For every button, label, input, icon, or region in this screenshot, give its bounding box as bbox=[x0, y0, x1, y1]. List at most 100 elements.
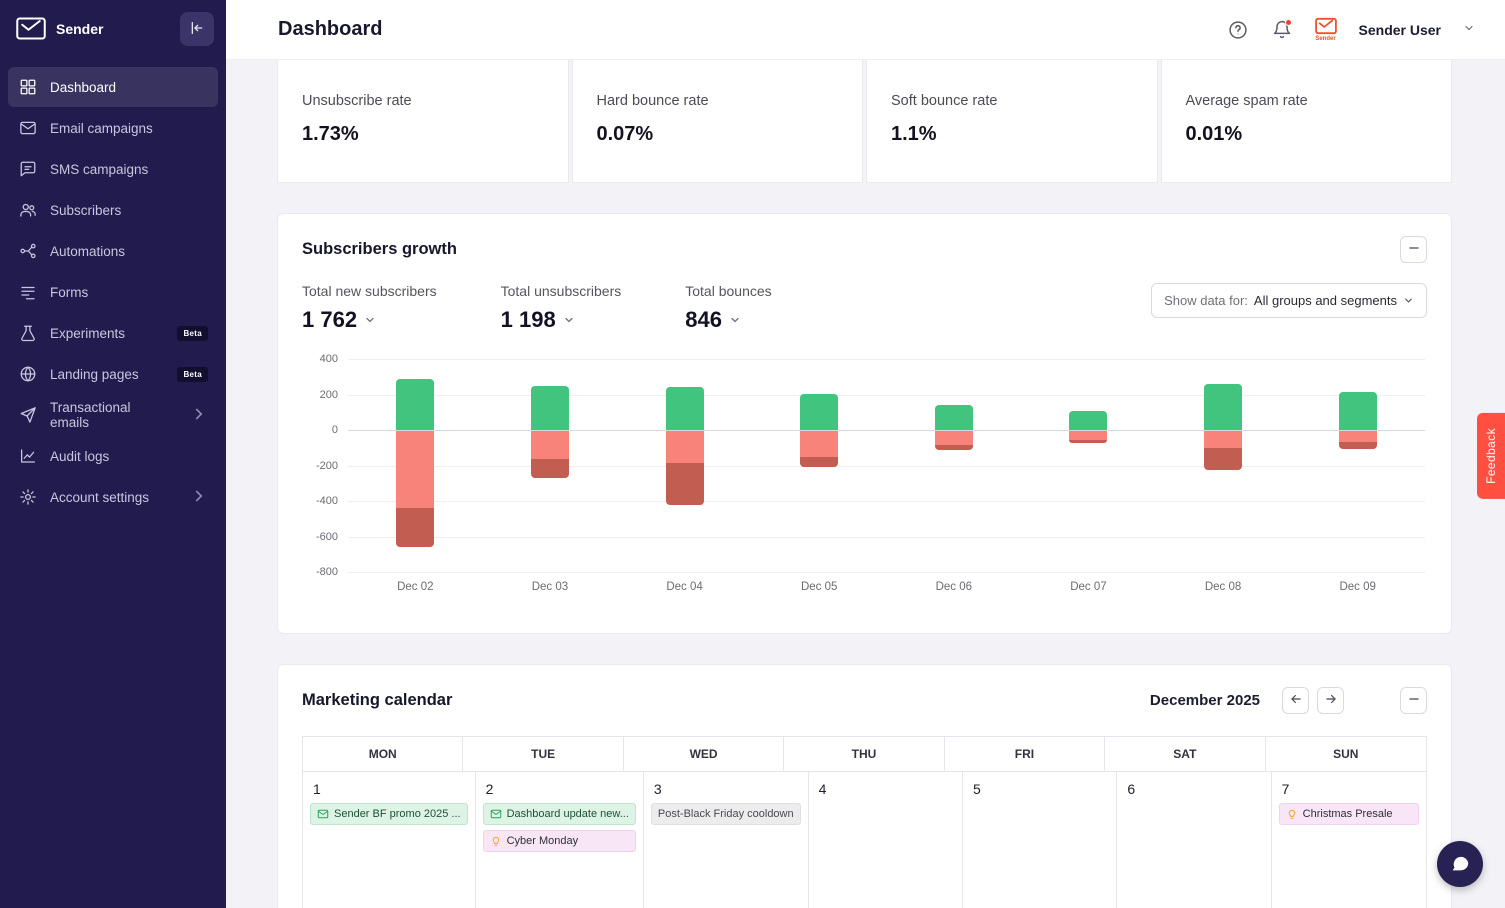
chart-bars bbox=[348, 359, 1425, 572]
sidebar-item-label: Experiments bbox=[50, 326, 125, 341]
calendar-day-3[interactable]: 3Post-Black Friday cooldown bbox=[644, 772, 809, 908]
metric-value-dropdown[interactable]: 1 762 bbox=[302, 307, 437, 333]
bar-bounces[interactable] bbox=[396, 508, 434, 547]
chart-x-tick: Dec 09 bbox=[1290, 581, 1425, 593]
growth-collapse-button[interactable] bbox=[1400, 236, 1427, 263]
metric-label: Total new subscribers bbox=[302, 283, 437, 299]
calendar-event[interactable]: Dashboard update new... bbox=[483, 803, 636, 825]
chevron-down-icon bbox=[729, 314, 741, 326]
calendar-prev-button[interactable] bbox=[1282, 687, 1309, 714]
calendar-collapse-button[interactable] bbox=[1400, 687, 1427, 714]
metric-value-dropdown[interactable]: 1 198 bbox=[501, 307, 622, 333]
calendar-day-6[interactable]: 6 bbox=[1117, 772, 1271, 908]
sidebar-item-subscribers[interactable]: Subscribers bbox=[8, 190, 218, 230]
bar-bounces[interactable] bbox=[1069, 440, 1107, 444]
calendar-event[interactable]: Christmas Presale bbox=[1279, 803, 1419, 825]
calendar-month-label: December 2025 bbox=[1150, 692, 1260, 709]
growth-metrics: Total new subscribers 1 762 Total unsubs… bbox=[302, 283, 1427, 333]
bar-bounces[interactable] bbox=[800, 457, 838, 468]
bar-unsubscribers[interactable] bbox=[1069, 431, 1107, 440]
calendar-next-button[interactable] bbox=[1317, 687, 1344, 714]
feedback-tab[interactable]: Feedback bbox=[1477, 413, 1505, 499]
bar-unsubscribers[interactable] bbox=[1204, 431, 1242, 448]
bar-new-subscribers[interactable] bbox=[935, 405, 973, 430]
sidebar-item-dashboard[interactable]: Dashboard bbox=[8, 67, 218, 107]
calendar-day-7[interactable]: 7Christmas Presale bbox=[1272, 772, 1426, 908]
sidebar-item-account-settings[interactable]: Account settings bbox=[8, 477, 218, 517]
stat-card-average-spam-rate: Average spam rate0.01% bbox=[1161, 60, 1453, 183]
sidebar-item-email-campaigns[interactable]: Email campaigns bbox=[8, 108, 218, 148]
bar-new-subscribers[interactable] bbox=[1204, 384, 1242, 430]
notifications-bell-icon[interactable] bbox=[1271, 19, 1293, 41]
help-icon[interactable] bbox=[1227, 19, 1249, 41]
stat-label: Average spam rate bbox=[1186, 93, 1428, 109]
bar-new-subscribers[interactable] bbox=[531, 386, 569, 430]
sender-mini-logo[interactable]: Sender bbox=[1315, 17, 1337, 42]
event-label: Christmas Presale bbox=[1303, 808, 1393, 820]
calendar-day-2[interactable]: 2 Dashboard update new... Cyber Monday bbox=[476, 772, 644, 908]
chevron-right-icon bbox=[190, 405, 208, 426]
bar-new-subscribers[interactable] bbox=[666, 387, 704, 430]
sidebar-item-label: SMS campaigns bbox=[50, 162, 148, 177]
chart-column-dec-04 bbox=[617, 359, 752, 572]
chart-plot: 4002000-200-400-600-800 bbox=[348, 359, 1425, 572]
stat-card-soft-bounce-rate: Soft bounce rate1.1% bbox=[866, 60, 1158, 183]
sidebar-item-landing-pages[interactable]: Landing pagesBeta bbox=[8, 354, 218, 394]
bar-bounces[interactable] bbox=[666, 463, 704, 506]
metric-value-dropdown[interactable]: 846 bbox=[685, 307, 771, 333]
chart-y-tick: 200 bbox=[320, 389, 338, 401]
chat-widget-button[interactable] bbox=[1437, 841, 1483, 887]
sidebar-item-experiments[interactable]: ExperimentsBeta bbox=[8, 313, 218, 353]
calendar-day-1[interactable]: 1Sender BF promo 2025 ... bbox=[303, 772, 476, 908]
bar-unsubscribers[interactable] bbox=[1339, 431, 1377, 442]
stats-row: Unsubscribe rate1.73%Hard bounce rate0.0… bbox=[277, 60, 1452, 183]
sidebar-item-forms[interactable]: Forms bbox=[8, 272, 218, 312]
sidebar: Sender Dashboard Email campaigns SMS campa… bbox=[0, 0, 226, 908]
calendar-day-number: 4 bbox=[816, 779, 955, 803]
metric-unsubscribers: Total unsubscribers 1 198 bbox=[501, 283, 622, 333]
filter-label: Show data for: bbox=[1164, 293, 1248, 308]
sidebar-item-transactional-emails[interactable]: Transactional emails bbox=[8, 395, 218, 435]
event-label: Dashboard update new... bbox=[507, 808, 629, 820]
bar-new-subscribers[interactable] bbox=[800, 394, 838, 430]
metric-label: Total bounces bbox=[685, 283, 771, 299]
brand[interactable]: Sender bbox=[16, 16, 103, 42]
bar-bounces[interactable] bbox=[1204, 448, 1242, 470]
chevron-down-icon bbox=[1403, 295, 1414, 306]
chart-column-dec-06 bbox=[887, 359, 1022, 572]
user-menu-chevron-icon[interactable] bbox=[1463, 21, 1475, 39]
calendar-event[interactable]: Sender BF promo 2025 ... bbox=[310, 803, 468, 825]
bar-bounces[interactable] bbox=[1339, 442, 1377, 449]
sidebar-item-sms-campaigns[interactable]: SMS campaigns bbox=[8, 149, 218, 189]
calendar-day-number: 2 bbox=[483, 779, 636, 803]
app: Sender Dashboard Email campaigns SMS campa… bbox=[0, 0, 1505, 908]
calendar-day-header-wed: WED bbox=[624, 737, 784, 772]
calendar-day-5[interactable]: 5 bbox=[963, 772, 1117, 908]
chart-x-tick: Dec 06 bbox=[887, 581, 1022, 593]
sidebar-item-automations[interactable]: Automations bbox=[8, 231, 218, 271]
bar-unsubscribers[interactable] bbox=[396, 431, 434, 508]
sidebar-item-audit-logs[interactable]: Audit logs bbox=[8, 436, 218, 476]
calendar-event[interactable]: Post-Black Friday cooldown bbox=[651, 803, 801, 825]
user-menu[interactable]: Sender User bbox=[1359, 22, 1441, 38]
calendar-event[interactable]: Cyber Monday bbox=[483, 830, 636, 852]
show-data-for-dropdown[interactable]: Show data for: All groups and segments bbox=[1151, 283, 1427, 318]
collapse-left-icon bbox=[189, 20, 205, 39]
metric-bounces: Total bounces 846 bbox=[685, 283, 771, 333]
bar-new-subscribers[interactable] bbox=[396, 379, 434, 431]
topbar: Dashboard Sender Sender User bbox=[226, 0, 1505, 60]
sidebar-collapse-button[interactable] bbox=[180, 12, 214, 46]
stat-value: 0.07% bbox=[597, 123, 839, 146]
calendar-day-headers: MONTUEWEDTHUFRISATSUN bbox=[303, 737, 1426, 772]
bar-bounces[interactable] bbox=[531, 459, 569, 478]
bar-unsubscribers[interactable] bbox=[800, 431, 838, 457]
bar-unsubscribers[interactable] bbox=[935, 431, 973, 445]
bar-unsubscribers[interactable] bbox=[531, 431, 569, 459]
bar-new-subscribers[interactable] bbox=[1339, 392, 1377, 430]
chart-y-tick: -800 bbox=[316, 566, 338, 578]
bar-bounces[interactable] bbox=[935, 445, 973, 450]
sidebar-item-label: Email campaigns bbox=[50, 121, 153, 136]
calendar-day-4[interactable]: 4 bbox=[809, 772, 963, 908]
bar-new-subscribers[interactable] bbox=[1069, 411, 1107, 431]
bar-unsubscribers[interactable] bbox=[666, 431, 704, 463]
